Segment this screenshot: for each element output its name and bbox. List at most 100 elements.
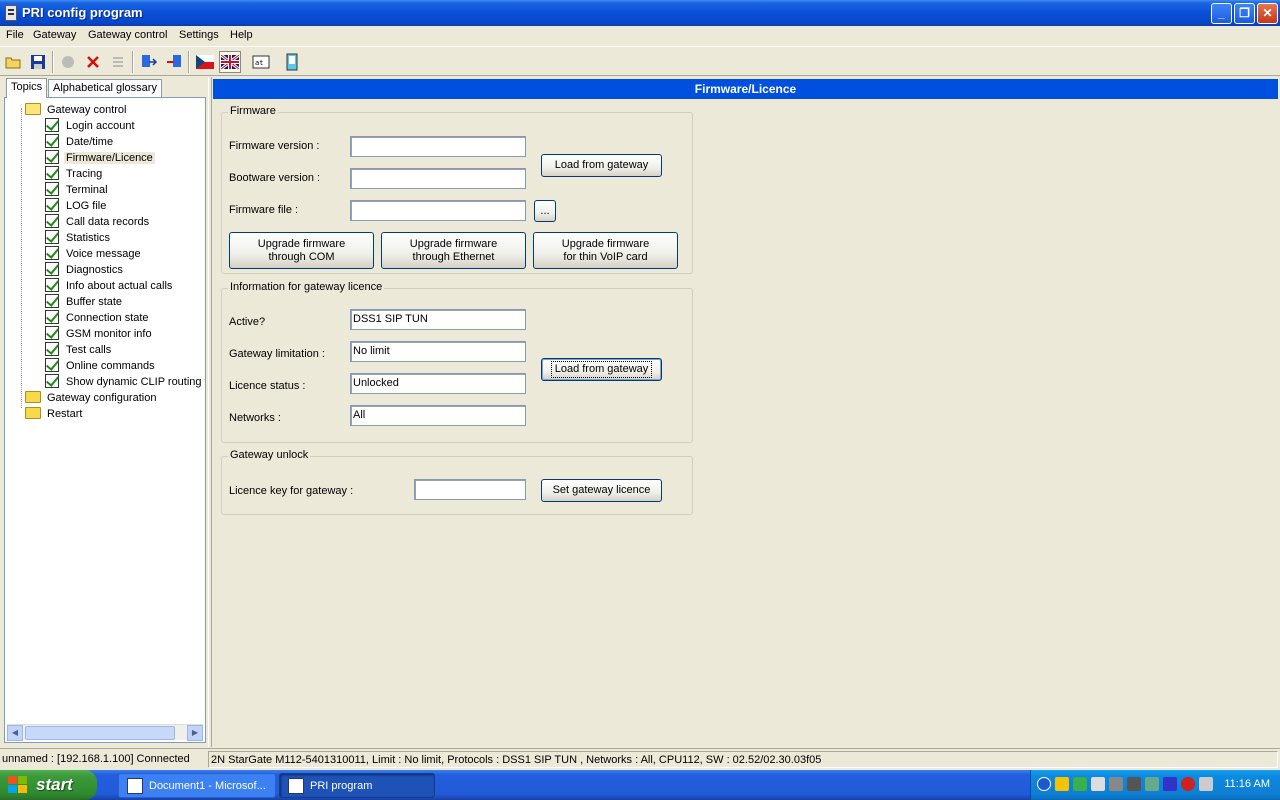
taskbar: start Document1 - Microsof... PRI progra…	[0, 770, 1280, 800]
firmware-load-button[interactable]: Load from gateway	[541, 154, 662, 177]
tree-item[interactable]: Info about actual calls	[45, 278, 174, 294]
tree-item[interactable]: Buffer state	[45, 294, 124, 310]
tree-item[interactable]: Voice message	[45, 246, 143, 262]
security-shield-icon[interactable]	[1055, 777, 1069, 791]
tree-item[interactable]: Statistics	[45, 230, 112, 246]
tree-item-selected[interactable]: Firmware/Licence	[45, 150, 155, 166]
firmware-version-label: Firmware version :	[229, 140, 320, 152]
volume-icon[interactable]	[1109, 777, 1123, 791]
czech-flag-icon[interactable]	[194, 51, 216, 73]
tree-item[interactable]: Terminal	[45, 182, 110, 198]
tool-icon[interactable]	[1127, 777, 1141, 791]
close-button[interactable]: ✕	[1257, 3, 1278, 24]
firmware-file-field[interactable]	[350, 200, 526, 221]
task-pri-program[interactable]: PRI program	[279, 773, 435, 798]
check-icon	[45, 118, 59, 132]
menu-settings[interactable]: Settings	[179, 29, 219, 41]
delete-icon[interactable]	[82, 51, 104, 73]
tree-gateway-control[interactable]: Gateway control	[25, 102, 128, 118]
antivirus-icon[interactable]	[1181, 777, 1195, 791]
minimize-button[interactable]: _	[1211, 3, 1232, 24]
firmware-version-field[interactable]	[350, 136, 526, 157]
bootware-version-label: Bootware version :	[229, 172, 321, 184]
save-icon[interactable]	[27, 51, 49, 73]
windows-logo-icon	[8, 776, 28, 794]
licence-load-button[interactable]: Load from gateway	[541, 358, 662, 381]
network-icon[interactable]	[1073, 777, 1087, 791]
status-bar: unnamed : [192.168.1.100] Connected 2N S…	[0, 748, 1280, 768]
menu-file[interactable]: File	[6, 29, 24, 41]
printer-icon[interactable]	[1199, 777, 1213, 791]
tree-item[interactable]: Tracing	[45, 166, 104, 182]
tree-item[interactable]: Diagnostics	[45, 262, 125, 278]
stop-icon[interactable]	[57, 51, 79, 73]
tree-item[interactable]: Show dynamic CLIP routing t	[45, 374, 205, 390]
at-command-icon[interactable]: at	[250, 51, 272, 73]
maximize-button[interactable]: ❐	[1234, 3, 1255, 24]
upgrade-voip-button[interactable]: Upgrade firmware for thin VoIP card	[533, 232, 678, 269]
tree-item[interactable]: Online commands	[45, 358, 157, 374]
tree-gateway-configuration[interactable]: Gateway configuration	[25, 390, 158, 406]
firmware-group: Firmware Firmware version : Bootware ver…	[221, 105, 693, 274]
scroll-right-icon[interactable]: ▶	[187, 725, 203, 741]
tree-item[interactable]: Date/time	[45, 134, 115, 150]
upgrade-voip-line2: for thin VoIP card	[563, 250, 648, 263]
pane-splitter[interactable]	[208, 77, 212, 747]
unlock-group-title: Gateway unlock	[228, 449, 311, 461]
set-gateway-licence-button[interactable]: Set gateway licence	[541, 479, 662, 502]
browse-button[interactable]: ...	[534, 200, 556, 222]
tree-item[interactable]: Test calls	[45, 342, 113, 358]
licence-status-field[interactable]: Unlocked	[350, 373, 526, 394]
open-folder-icon[interactable]	[2, 51, 24, 73]
tray-expand-icon[interactable]	[1037, 777, 1051, 791]
uk-flag-icon[interactable]	[219, 51, 241, 73]
licence-group-title: Information for gateway licence	[228, 281, 385, 293]
monitor-icon[interactable]	[1163, 777, 1177, 791]
bootware-version-field[interactable]	[350, 168, 526, 189]
topics-tree: Gateway control Login account Date/time …	[4, 97, 206, 743]
menu-gateway[interactable]: Gateway	[33, 29, 76, 41]
networks-field[interactable]: All	[350, 405, 526, 426]
start-button[interactable]: start	[0, 770, 97, 800]
scroll-thumb[interactable]	[25, 726, 175, 740]
pri-program-icon	[288, 777, 304, 794]
check-icon	[45, 134, 59, 148]
network2-icon[interactable]	[1091, 777, 1105, 791]
start-label: start	[36, 775, 73, 794]
check-icon	[45, 182, 59, 196]
horizontal-scrollbar[interactable]: ◀ ▶	[7, 724, 203, 741]
tree-item[interactable]: Login account	[45, 118, 137, 134]
tab-alphabetical-glossary[interactable]: Alphabetical glossary	[48, 79, 162, 98]
licence-group: Information for gateway licence Active? …	[221, 281, 693, 443]
window-title: PRI config program	[22, 5, 143, 20]
tree-item[interactable]: Call data records	[45, 214, 151, 230]
gateway-limitation-field[interactable]: No limit	[350, 341, 526, 362]
firmware-file-label: Firmware file :	[229, 204, 299, 216]
licence-key-field[interactable]	[414, 479, 526, 500]
gateway-limitation-label: Gateway limitation :	[229, 348, 325, 360]
scroll-left-icon[interactable]: ◀	[7, 725, 23, 741]
upgrade-ethernet-button[interactable]: Upgrade firmware through Ethernet	[381, 232, 526, 269]
tab-topics[interactable]: Topics	[6, 78, 48, 98]
tree-item[interactable]: Connection state	[45, 310, 151, 326]
menu-gateway-control[interactable]: Gateway control	[88, 29, 167, 41]
usb-icon[interactable]	[1145, 777, 1159, 791]
device-icon[interactable]	[281, 51, 303, 73]
upgrade-com-line1: Upgrade firmware	[257, 237, 346, 250]
active-label: Active?	[229, 316, 266, 328]
check-icon	[45, 198, 59, 212]
task-document1[interactable]: Document1 - Microsof...	[118, 773, 276, 798]
tree-restart[interactable]: Restart	[25, 406, 84, 422]
upgrade-com-button[interactable]: Upgrade firmware through COM	[229, 232, 374, 269]
left-pane: Topics Alphabetical glossary Gateway con…	[0, 77, 210, 747]
tree-item[interactable]: GSM monitor info	[45, 326, 154, 342]
tree-item[interactable]: LOG file	[45, 198, 108, 214]
menu-help[interactable]: Help	[230, 29, 253, 41]
active-field[interactable]: DSS1 SIP TUN	[350, 309, 526, 330]
clock: 11:16 AM	[1224, 778, 1270, 790]
licence-key-label: Licence key for gateway :	[229, 485, 354, 497]
disconnect-icon[interactable]	[163, 51, 185, 73]
check-icon	[45, 230, 59, 244]
connect-icon[interactable]	[138, 51, 160, 73]
list-icon[interactable]	[107, 51, 129, 73]
